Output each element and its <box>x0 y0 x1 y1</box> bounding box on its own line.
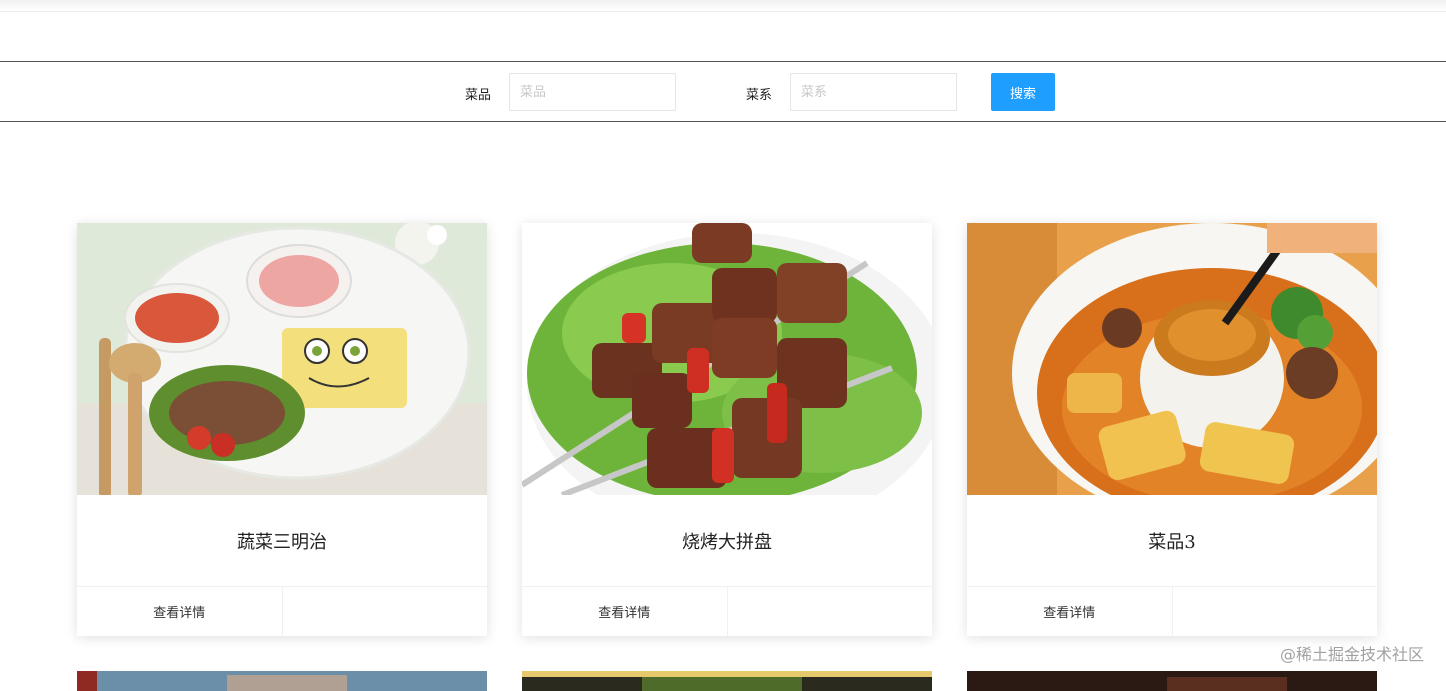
dish-card: 蔬菜三明治 查看详情 <box>77 223 487 636</box>
card-actions: 查看详情 <box>77 586 487 636</box>
dish-title: 菜品3 <box>1148 531 1196 553</box>
dish-image-peek <box>522 671 932 691</box>
search-button[interactable]: 搜索 <box>991 73 1055 111</box>
card-actions: 查看详情 <box>967 586 1377 636</box>
search-bar: 菜品 菜系 搜索 <box>0 61 1446 122</box>
view-details-button[interactable]: 查看详情 <box>967 587 1172 636</box>
view-details-button[interactable]: 查看详情 <box>522 587 727 636</box>
empty-action-slot <box>281 587 488 636</box>
dish-title: 烧烤大拼盘 <box>682 531 772 553</box>
dish-image-peek <box>77 671 487 691</box>
empty-action-slot <box>726 587 933 636</box>
dish-image[interactable] <box>77 223 487 495</box>
top-bar <box>0 0 1446 12</box>
card-actions: 查看详情 <box>522 586 932 636</box>
dish-image[interactable] <box>967 223 1377 495</box>
dish-input[interactable] <box>509 73 676 111</box>
dish-card: 烧烤大拼盘 查看详情 <box>522 223 932 636</box>
watermark: @稀土掘金技术社区 <box>1279 645 1424 664</box>
cuisine-label: 菜系 <box>746 88 773 103</box>
view-details-button[interactable]: 查看详情 <box>77 587 282 636</box>
dish-title: 蔬菜三明治 <box>237 531 327 553</box>
dish-image-peek <box>967 671 1377 691</box>
empty-action-slot <box>1171 587 1378 636</box>
cuisine-input[interactable] <box>790 73 957 111</box>
dish-image[interactable] <box>522 223 932 495</box>
dish-label: 菜品 <box>465 88 492 103</box>
dish-card: 菜品3 查看详情 <box>967 223 1377 636</box>
